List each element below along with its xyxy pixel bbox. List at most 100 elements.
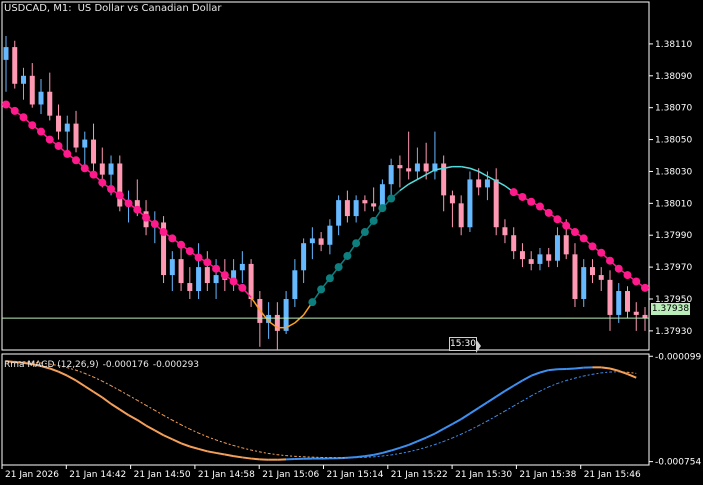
moving-average-marker bbox=[194, 253, 203, 262]
candle-body bbox=[493, 179, 499, 228]
moving-average-segment bbox=[294, 314, 305, 324]
moving-average-marker bbox=[562, 221, 571, 230]
time-axis: 21 Jan 2026 21 Jan 14:42 21 Jan 14:50 21 Ja… bbox=[1, 465, 641, 480]
signal-line-segment bbox=[452, 433, 462, 439]
moving-average-marker bbox=[10, 106, 19, 115]
moving-average-marker bbox=[37, 127, 46, 136]
moving-average-marker bbox=[535, 202, 544, 211]
macd-line-segment bbox=[513, 379, 523, 387]
macd-line-segment bbox=[460, 412, 471, 420]
time-tick-label: 21 Jan 15:06 bbox=[262, 470, 319, 480]
macd-tick-label: -0.000099 bbox=[655, 352, 701, 362]
macd-axis: -0.000099 -0.000754 bbox=[649, 352, 701, 468]
candle-body bbox=[274, 314, 280, 331]
price-tick-label: 1.38030 bbox=[655, 167, 692, 177]
crosshair-time-tag: 15:30 bbox=[449, 337, 477, 351]
macd-line-segment bbox=[539, 369, 549, 374]
candle-body bbox=[47, 91, 53, 116]
candle-body bbox=[633, 311, 639, 315]
candle-body bbox=[108, 163, 114, 175]
macd-line-segment bbox=[154, 429, 165, 437]
candle-body bbox=[572, 254, 578, 299]
moving-average-marker bbox=[19, 113, 28, 122]
signal-line-segment bbox=[382, 454, 392, 457]
price-tick-label: 1.37970 bbox=[655, 263, 692, 273]
price-tick-label: 1.38090 bbox=[655, 72, 692, 82]
moving-average-marker bbox=[54, 141, 63, 150]
current-price-tag: 1.37938 bbox=[651, 303, 690, 315]
macd-line-segment bbox=[521, 374, 532, 382]
moving-average-marker bbox=[185, 247, 194, 256]
macd-line-segment bbox=[504, 384, 515, 392]
candle-body bbox=[99, 163, 105, 175]
signal-line-segment bbox=[250, 449, 260, 453]
candle-body bbox=[56, 115, 62, 132]
macd-line-segment bbox=[574, 366, 584, 370]
moving-average-marker bbox=[159, 228, 168, 237]
candle-body bbox=[73, 123, 79, 148]
signal-line-segment bbox=[119, 390, 129, 396]
macd-line-segment bbox=[207, 450, 217, 454]
symbol-description: US Dollar vs Canadian Dollar bbox=[77, 3, 222, 14]
moving-average-marker bbox=[570, 228, 579, 237]
macd-line-segment bbox=[66, 374, 77, 382]
signal-line-segment bbox=[277, 454, 287, 457]
moving-average-marker bbox=[334, 263, 343, 272]
signal-line-segment bbox=[443, 437, 453, 442]
macd-line-segment bbox=[373, 451, 383, 456]
candle-body bbox=[301, 243, 307, 271]
candle-body bbox=[458, 203, 464, 228]
signal-line-segment bbox=[198, 432, 208, 438]
macd-series bbox=[5, 360, 637, 461]
time-tick-label: 21 Jan 14:50 bbox=[134, 470, 191, 480]
candle-body bbox=[187, 283, 193, 292]
moving-average-marker bbox=[378, 204, 387, 213]
time-tag-arrow-icon bbox=[476, 339, 481, 353]
signal-line-segment bbox=[478, 420, 488, 427]
chart-title: USDCAD, M1: US Dollar vs Canadian Dollar bbox=[4, 3, 228, 14]
candle-body bbox=[537, 254, 543, 264]
price-axis: 1.38110 1.38090 1.38070 1.38050 1.38030 1.380… bbox=[649, 40, 692, 337]
moving-average-marker bbox=[387, 194, 396, 203]
macd-line-segment bbox=[382, 449, 392, 454]
candle-body bbox=[371, 203, 377, 207]
macd-line-segment bbox=[251, 457, 260, 461]
signal-line-segment bbox=[102, 380, 112, 387]
signal-line-segment bbox=[286, 455, 295, 457]
candle-body bbox=[528, 259, 534, 264]
moving-average-marker bbox=[107, 184, 116, 193]
moving-average-marker bbox=[588, 242, 597, 251]
candle-body bbox=[624, 291, 630, 312]
moving-average-marker bbox=[605, 256, 614, 265]
signal-line-segment bbox=[215, 439, 225, 444]
signal-line-segment bbox=[189, 428, 199, 434]
macd-line-segment bbox=[189, 445, 199, 450]
signal-line-segment bbox=[495, 410, 506, 417]
price-tick-label: 1.37990 bbox=[655, 231, 692, 241]
macd-line-segment bbox=[171, 438, 182, 445]
moving-average-marker bbox=[220, 271, 229, 280]
moving-average-marker bbox=[509, 188, 518, 197]
moving-average-marker bbox=[527, 197, 536, 206]
candlestick-series bbox=[3, 35, 648, 350]
candle-body bbox=[169, 259, 175, 276]
moving-average-segment bbox=[478, 170, 488, 177]
signal-line-segment bbox=[224, 442, 234, 447]
signal-line-segment bbox=[180, 424, 191, 430]
signal-line-segment bbox=[268, 452, 278, 456]
candle-body bbox=[581, 267, 587, 299]
signal-line-segment bbox=[417, 446, 427, 451]
moving-average-marker bbox=[238, 283, 247, 292]
macd-value: -0.000176 bbox=[102, 360, 149, 370]
candle-body bbox=[467, 179, 473, 228]
macd-line-segment bbox=[609, 367, 620, 372]
signal-line-segment bbox=[399, 451, 409, 455]
signal-line-segment bbox=[513, 400, 523, 407]
signal-line-segment bbox=[566, 377, 576, 382]
price-tick-label: 1.38010 bbox=[655, 199, 692, 209]
macd-line-segment bbox=[84, 385, 95, 393]
candle-body bbox=[12, 47, 18, 84]
candle-body bbox=[117, 163, 123, 207]
moving-average-marker bbox=[124, 199, 133, 208]
signal-line-segment bbox=[172, 419, 182, 426]
